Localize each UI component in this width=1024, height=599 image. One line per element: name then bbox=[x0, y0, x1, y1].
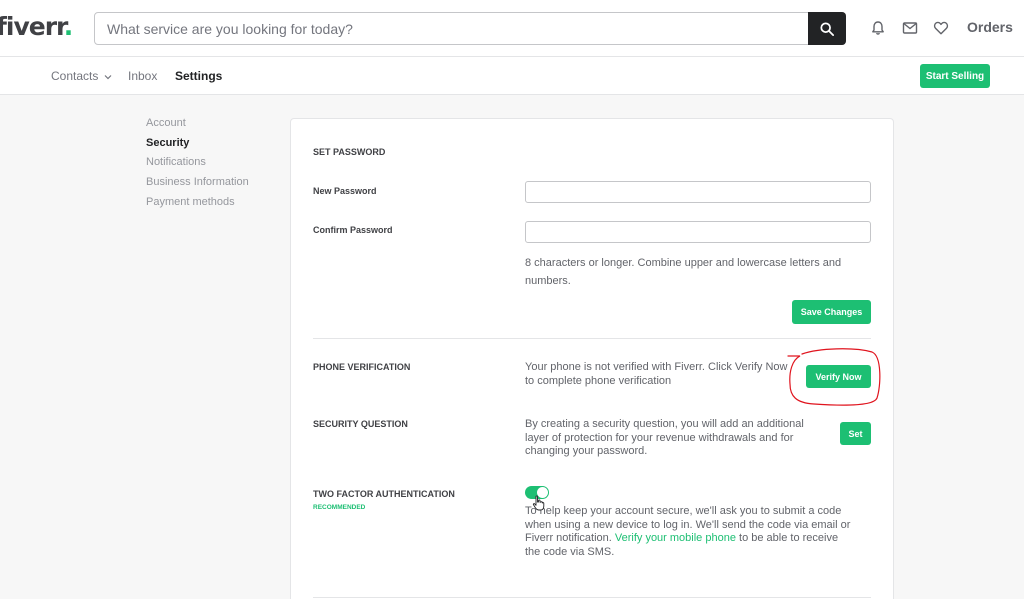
two-factor-line-3: Fiverr notification. Verify your mobile … bbox=[525, 532, 850, 546]
two-factor-text: To help keep your account secure, we'll … bbox=[525, 505, 850, 559]
phone-verification-text: Your phone is not verified with Fiverr. … bbox=[525, 361, 787, 388]
nav-inbox[interactable]: Inbox bbox=[128, 69, 157, 83]
two-factor-title: TWO FACTOR AUTHENTICATION bbox=[313, 489, 455, 499]
bottom-divider bbox=[313, 597, 871, 598]
search-icon bbox=[820, 21, 834, 36]
nav-settings[interactable]: Settings bbox=[175, 69, 222, 83]
new-password-label: New Password bbox=[313, 186, 377, 196]
two-factor-line-3-end: to be able to receive bbox=[739, 532, 839, 544]
password-hint-line-1: 8 characters or longer. Combine upper an… bbox=[525, 257, 842, 269]
mail-icon bbox=[902, 22, 918, 34]
nav-contacts-label: Contacts bbox=[51, 69, 99, 83]
logo-dot: . bbox=[63, 12, 73, 41]
phone-verification-title: PHONE VERIFICATION bbox=[313, 362, 411, 372]
security-settings-card: SET PASSWORD New Password Confirm Passwo… bbox=[290, 118, 894, 599]
search-button[interactable] bbox=[808, 12, 846, 45]
verify-mobile-phone-link[interactable]: Verify your mobile phone bbox=[615, 532, 736, 544]
heart-icon bbox=[933, 21, 949, 35]
new-password-input[interactable] bbox=[525, 181, 871, 203]
sidebar-item-business-information[interactable]: Business Information bbox=[146, 176, 249, 188]
two-factor-line-3-start: Fiverr notification. bbox=[525, 532, 612, 544]
phone-text-line-1: Your phone is not verified with Fiverr. … bbox=[525, 361, 788, 373]
top-header: fiverr. Orders bbox=[0, 0, 1024, 57]
section-divider bbox=[313, 338, 871, 339]
toggle-knob bbox=[537, 487, 548, 498]
chevron-down-icon bbox=[104, 74, 112, 80]
set-password-title: SET PASSWORD bbox=[313, 147, 386, 157]
orders-link[interactable]: Orders bbox=[967, 19, 1013, 35]
nav-contacts[interactable]: Contacts bbox=[51, 69, 112, 83]
recommended-badge: RECOMMENDED bbox=[313, 504, 366, 511]
search-bar bbox=[94, 12, 846, 45]
search-input[interactable] bbox=[95, 13, 807, 44]
sub-navigation: Contacts Inbox Settings Start Selling bbox=[0, 57, 1024, 95]
save-changes-button[interactable]: Save Changes bbox=[792, 300, 871, 324]
security-question-line-3: changing your password. bbox=[525, 445, 648, 457]
phone-text-line-2: to complete phone verification bbox=[525, 374, 672, 387]
two-factor-line-4: the code via SMS. bbox=[525, 545, 615, 558]
two-factor-toggle[interactable] bbox=[525, 486, 549, 499]
security-question-title: SECURITY QUESTION bbox=[313, 419, 408, 429]
bell-icon bbox=[872, 21, 884, 35]
notifications-button[interactable] bbox=[869, 19, 887, 37]
sidebar-item-security[interactable]: Security bbox=[146, 137, 189, 149]
security-question-line-1: By creating a security question, you wil… bbox=[525, 418, 804, 430]
security-question-line-2: layer of protection for your revenue wit… bbox=[525, 431, 794, 444]
confirm-password-label: Confirm Password bbox=[313, 225, 393, 235]
favorites-button[interactable] bbox=[932, 19, 950, 37]
start-selling-button[interactable]: Start Selling bbox=[920, 64, 990, 88]
logo-text: fiverr bbox=[0, 12, 65, 41]
set-security-question-button[interactable]: Set bbox=[840, 422, 871, 445]
verify-now-button[interactable]: Verify Now bbox=[806, 365, 871, 388]
messages-button[interactable] bbox=[901, 19, 919, 37]
two-factor-line-2: when using a new device to log in. We'll… bbox=[525, 518, 851, 531]
fiverr-logo[interactable]: fiverr. bbox=[0, 12, 73, 42]
password-hint-line-2: numbers. bbox=[525, 275, 571, 287]
two-factor-line-1: To help keep your account secure, we'll … bbox=[525, 505, 842, 517]
sidebar-item-notifications[interactable]: Notifications bbox=[146, 156, 206, 168]
password-hint: 8 characters or longer. Combine upper an… bbox=[525, 254, 841, 290]
sidebar-item-payment-methods[interactable]: Payment methods bbox=[146, 196, 235, 208]
security-question-text: By creating a security question, you wil… bbox=[525, 418, 804, 459]
confirm-password-input[interactable] bbox=[525, 221, 871, 243]
sidebar-item-account[interactable]: Account bbox=[146, 117, 186, 129]
